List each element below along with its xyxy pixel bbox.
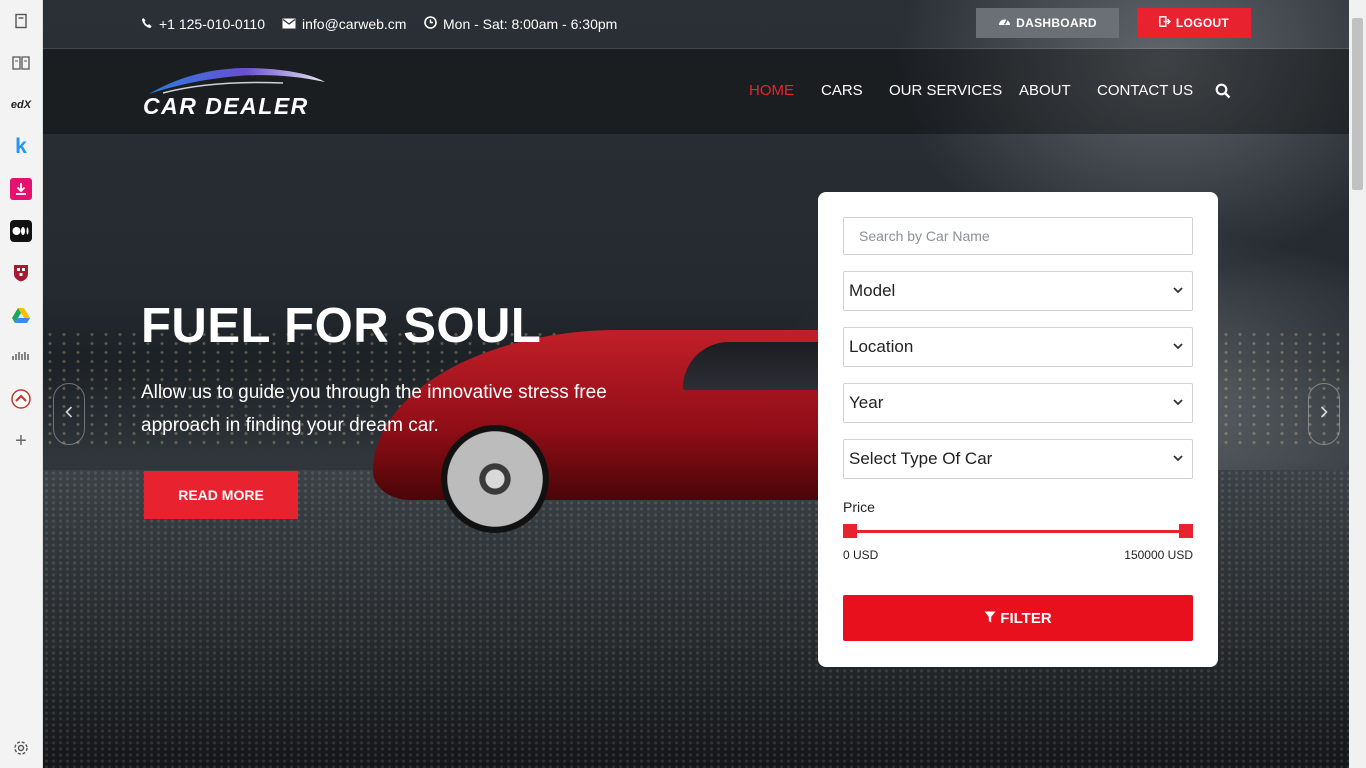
settings-icon[interactable] xyxy=(10,737,32,759)
logo-car-silhouette xyxy=(149,68,325,94)
car-type-select[interactable]: Select Type Of Car xyxy=(843,439,1193,479)
filter-button[interactable]: FILTER xyxy=(843,595,1193,641)
chevron-down-icon xyxy=(1173,455,1183,462)
phone-icon xyxy=(141,17,153,32)
carousel-prev-button[interactable] xyxy=(53,383,85,445)
hours-contact: Mon - Sat: 8:00am - 6:30pm xyxy=(424,16,617,32)
add-icon[interactable]: + xyxy=(10,430,32,452)
location-select-value: Location xyxy=(849,337,914,356)
price-slider-track[interactable] xyxy=(850,530,1185,533)
phone-number: +1 125-010-0110 xyxy=(159,16,265,32)
download-icon[interactable] xyxy=(10,178,32,200)
business-hours: Mon - Sat: 8:00am - 6:30pm xyxy=(443,16,618,32)
page-scrollbar[interactable] xyxy=(1349,0,1366,768)
envelope-icon xyxy=(282,17,296,32)
nav-cars[interactable]: CARS xyxy=(821,82,863,99)
nav-home[interactable]: HOME xyxy=(749,82,794,99)
nav-contact-us[interactable]: CONTACT US xyxy=(1097,82,1193,99)
dashboard-label: DASHBOARD xyxy=(1016,16,1097,30)
year-select[interactable]: Year xyxy=(843,383,1193,423)
reader-icon[interactable] xyxy=(10,52,32,74)
year-select-value: Year xyxy=(849,393,884,412)
search-icon[interactable] xyxy=(1215,83,1231,99)
filter-label: FILTER xyxy=(1000,609,1052,627)
logout-label: LOGOUT xyxy=(1175,16,1230,30)
chevron-left-icon xyxy=(65,405,73,423)
university-icon[interactable] xyxy=(10,262,32,284)
dashboard-button[interactable]: DASHBOARD xyxy=(976,8,1119,38)
logo-text: CAR DEALER xyxy=(143,93,309,119)
kobo-icon[interactable]: k xyxy=(10,135,32,158)
carousel-next-button[interactable] xyxy=(1308,383,1340,445)
scrollbar-thumb[interactable] xyxy=(1352,18,1363,190)
read-more-button[interactable]: READ MORE xyxy=(144,471,298,519)
topbar-divider xyxy=(43,48,1349,49)
browser-sidebar: edX k + xyxy=(0,0,43,768)
car-type-select-value: Select Type Of Car xyxy=(849,449,993,468)
nav-our-services[interactable]: OUR SERVICES xyxy=(889,82,1002,99)
price-min-value: 0 USD xyxy=(843,548,879,562)
logout-button[interactable]: LOGOUT xyxy=(1137,8,1251,38)
dashboard-icon xyxy=(998,16,1011,30)
email-contact: info@carweb.cm xyxy=(282,16,406,32)
location-select[interactable]: Location xyxy=(843,327,1193,367)
clock-icon xyxy=(424,16,437,32)
model-select[interactable]: Model xyxy=(843,271,1193,311)
price-max-value: 150000 USD xyxy=(1124,548,1193,562)
nav-about[interactable]: ABOUT xyxy=(1019,82,1071,99)
bookmark-icon[interactable] xyxy=(10,10,32,32)
car-dealer-logo[interactable]: CAR DEALER xyxy=(143,66,328,122)
cisco-icon[interactable] xyxy=(10,346,32,368)
phone-contact: +1 125-010-0110 xyxy=(141,16,265,32)
google-drive-icon[interactable] xyxy=(10,304,32,326)
price-slider-max-handle[interactable] xyxy=(1179,524,1193,538)
equity-icon[interactable] xyxy=(10,388,32,410)
hero-headline: FUEL FOR SOUL xyxy=(141,299,542,353)
price-label: Price xyxy=(843,499,875,515)
edx-icon[interactable]: edX xyxy=(10,94,32,116)
car-name-search-input[interactable] xyxy=(843,217,1193,255)
sign-out-icon xyxy=(1159,16,1171,30)
chevron-down-icon xyxy=(1173,343,1183,350)
chevron-right-icon xyxy=(1320,405,1328,423)
hero-section: +1 125-010-0110 info@carweb.cm Mon - Sat… xyxy=(43,0,1349,768)
model-select-value: Model xyxy=(849,281,896,300)
hero-subtext: Allow us to guide you through the innova… xyxy=(141,382,607,436)
chevron-down-icon xyxy=(1173,287,1183,294)
car-search-card: Model Location Year Select Type Of Car P… xyxy=(818,192,1218,667)
medium-icon[interactable] xyxy=(10,220,32,242)
filter-icon xyxy=(984,610,996,627)
chevron-down-icon xyxy=(1173,399,1183,406)
email-address: info@carweb.cm xyxy=(302,16,407,32)
price-slider-min-handle[interactable] xyxy=(843,524,857,538)
